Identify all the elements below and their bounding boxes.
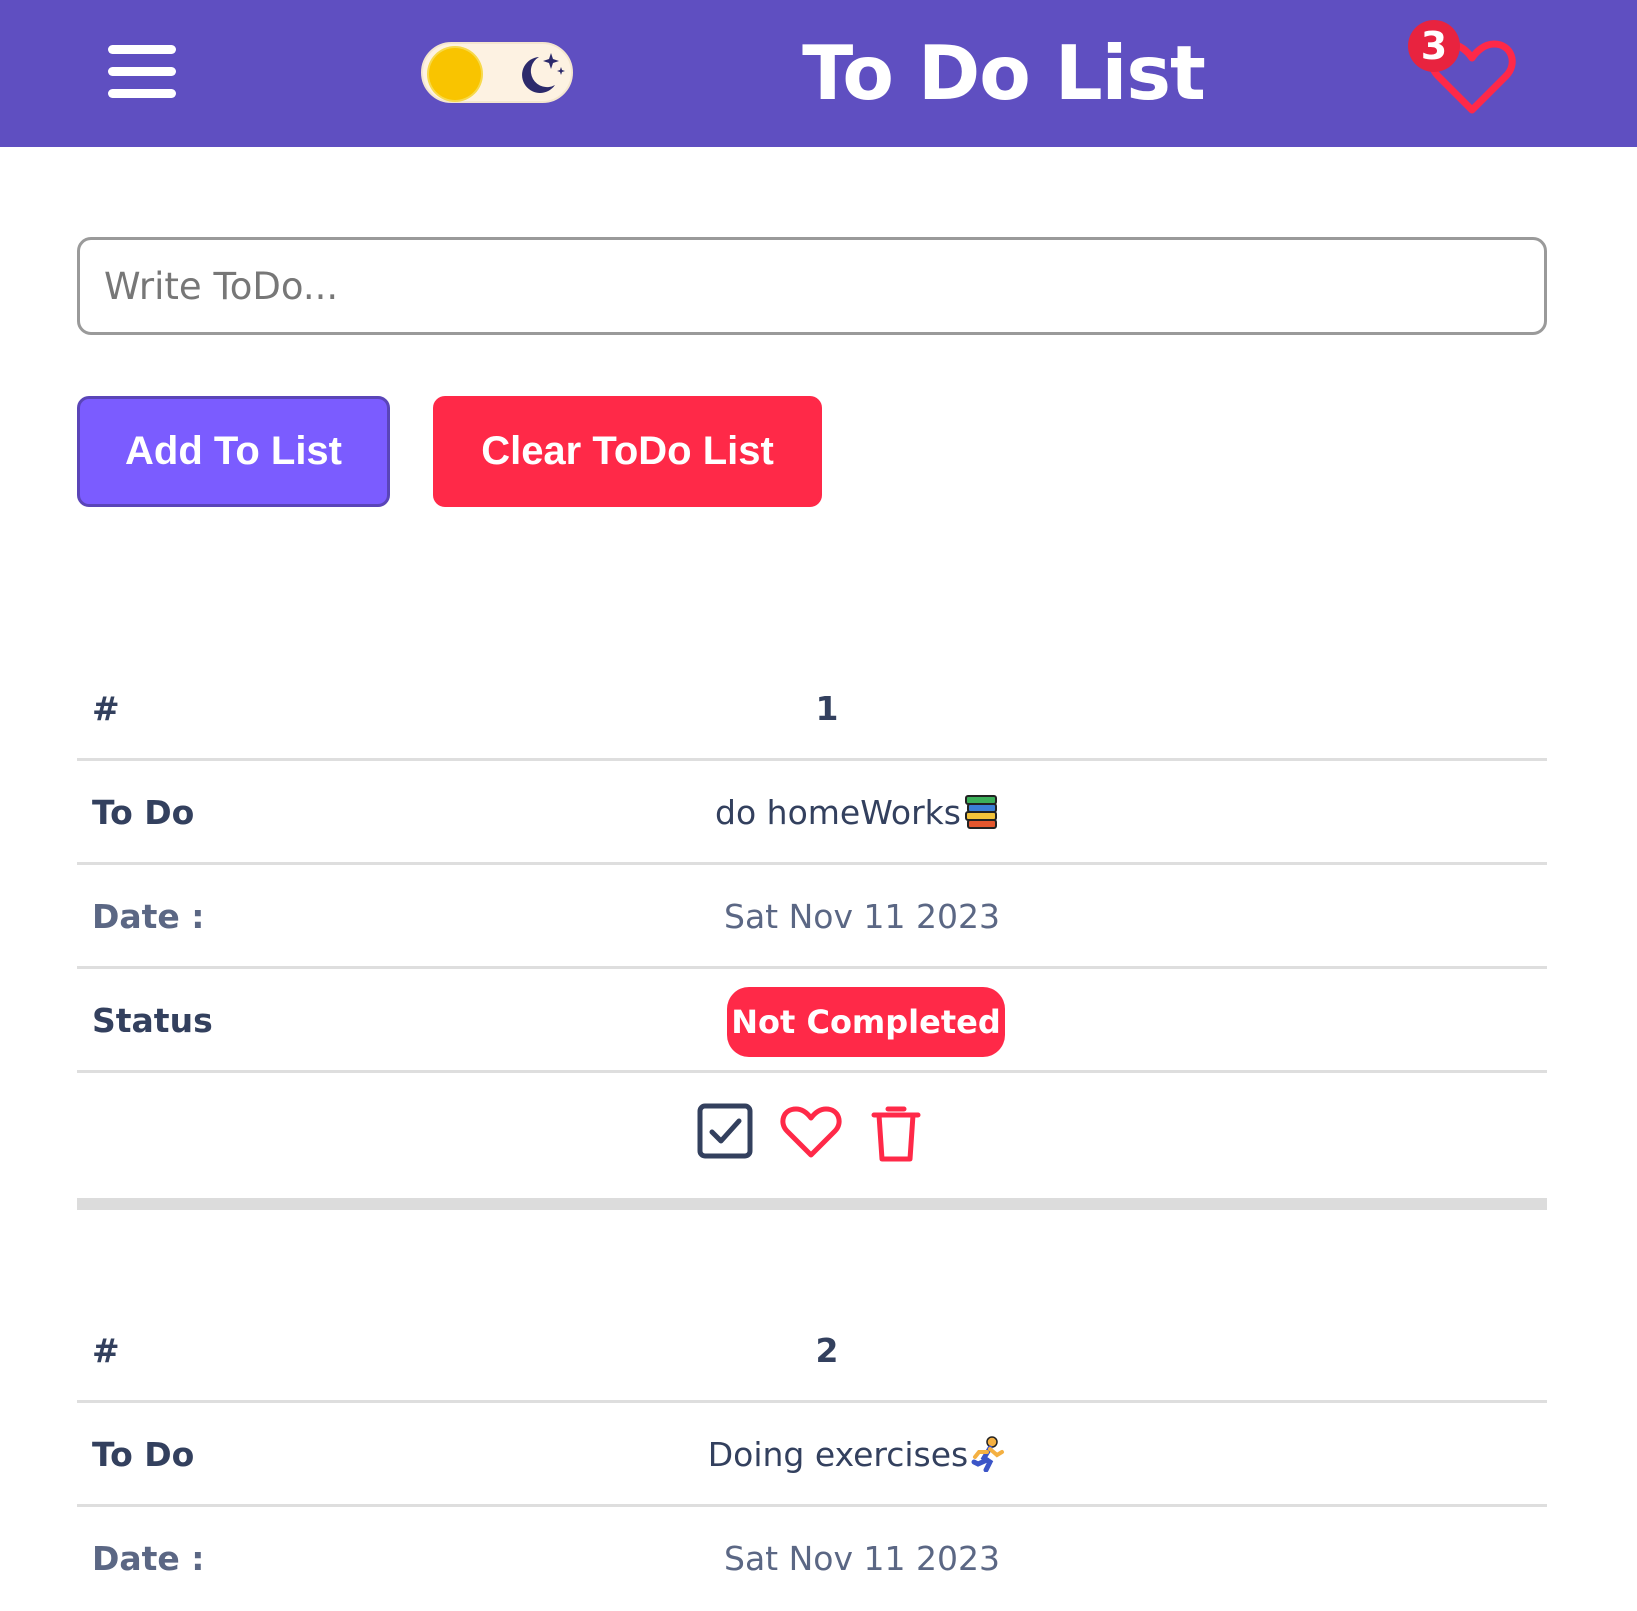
todo-text: do homeWorks bbox=[715, 793, 961, 832]
favorites-count-badge: 3 bbox=[1408, 20, 1460, 72]
complete-checkbox-icon[interactable] bbox=[697, 1103, 753, 1159]
todo-text-row: To Do Doing exercises bbox=[77, 1403, 1547, 1507]
todo-text-row: To Do do homeWorks bbox=[77, 761, 1547, 865]
todo-text-cell: Doing exercises bbox=[77, 1403, 1637, 1507]
todo-date-row: Date : Sat Nov 11 2023 bbox=[77, 1507, 1547, 1611]
todo-date-row: Date : Sat Nov 11 2023 bbox=[77, 865, 1547, 969]
favorite-heart-icon[interactable] bbox=[780, 1105, 842, 1159]
todo-number: 2 bbox=[815, 1331, 839, 1370]
todo-text: Doing exercises bbox=[707, 1435, 969, 1474]
clear-todo-list-button[interactable]: Clear ToDo List bbox=[433, 396, 822, 507]
todo-date: Sat Nov 11 2023 bbox=[724, 897, 1000, 936]
books-icon bbox=[964, 795, 997, 829]
todo-actions bbox=[77, 1073, 1547, 1198]
todo-number: 1 bbox=[815, 689, 839, 728]
delete-trash-icon[interactable] bbox=[870, 1103, 922, 1163]
todo-status-row: Status Not Completed bbox=[77, 969, 1547, 1073]
todo-text-cell: do homeWorks bbox=[77, 761, 1637, 865]
favorites-button[interactable]: 3 bbox=[1408, 20, 1516, 114]
todo-card: # 2 To Do Doing exercises Date : Sat Nov… bbox=[77, 1299, 1547, 1611]
status-label: Status bbox=[92, 1001, 213, 1040]
card-separator bbox=[77, 1198, 1547, 1210]
todo-card: # 1 To Do do homeWorks Date : Sat Nov 11… bbox=[77, 657, 1547, 1210]
running-person-icon bbox=[971, 1436, 1005, 1472]
todo-number-row: # 1 bbox=[77, 657, 1547, 761]
todo-date: Sat Nov 11 2023 bbox=[724, 1539, 1000, 1578]
status-badge: Not Completed bbox=[727, 987, 1005, 1057]
page-title: To Do List bbox=[802, 29, 1206, 117]
todo-input[interactable] bbox=[77, 237, 1547, 335]
app-header: To Do List 3 bbox=[0, 0, 1637, 147]
todo-number-row: # 2 bbox=[77, 1299, 1547, 1403]
add-to-list-button[interactable]: Add To List bbox=[77, 396, 390, 507]
